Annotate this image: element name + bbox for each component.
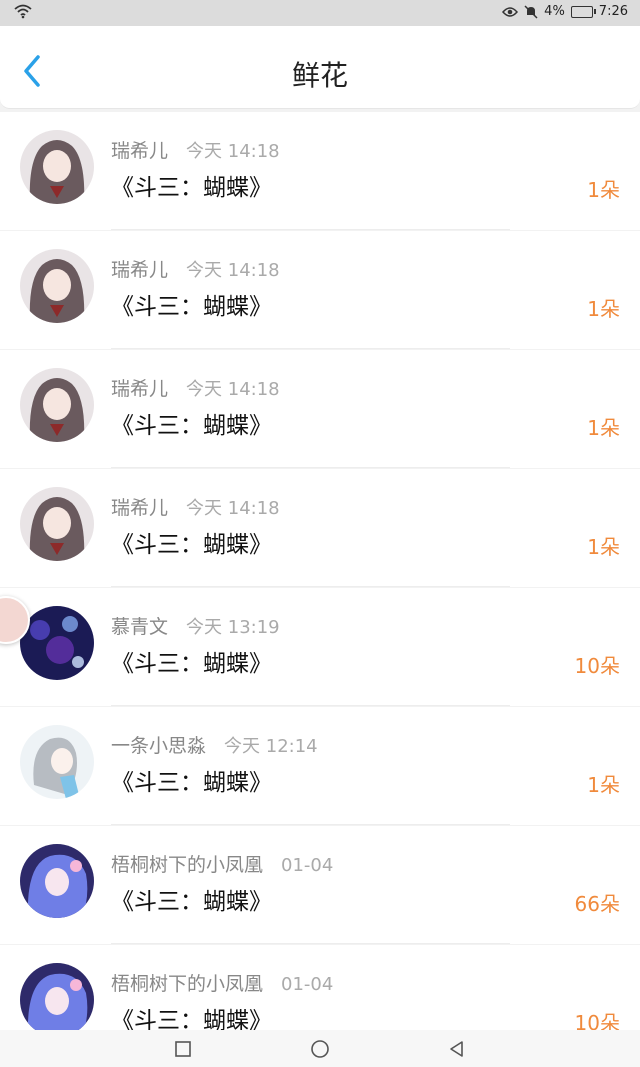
list-item[interactable]: 瑞希儿 今天 14:18 《斗三：蝴蝶》 1朵 <box>0 350 640 468</box>
list-item[interactable]: 一条小思淼 今天 12:14 《斗三：蝴蝶》 1朵 <box>0 707 640 825</box>
app-header: 鲜花 <box>0 26 640 109</box>
divider <box>111 467 510 468</box>
flower-count: 66朵 <box>574 892 620 916</box>
flower-list: 瑞希儿 今天 14:18 《斗三：蝴蝶》 1朵 瑞希儿 今天 14:18 《斗三：蝴… <box>0 112 640 1064</box>
work-title: 《斗三：蝴蝶》 <box>111 889 272 915</box>
flower-count: 1朵 <box>587 773 620 797</box>
mute-bell-icon <box>524 4 538 19</box>
list-item[interactable]: 梧桐树下的小凤凰 01-04 《斗三：蝴蝶》 66朵 <box>0 826 640 944</box>
timestamp: 今天 14:18 <box>186 379 280 400</box>
recent-apps-icon[interactable] <box>174 1040 192 1058</box>
divider <box>111 943 510 944</box>
username: 瑞希儿 <box>111 378 169 400</box>
divider <box>111 824 510 825</box>
avatar[interactable] <box>20 368 94 442</box>
work-title: 《斗三：蝴蝶》 <box>111 175 272 201</box>
flower-count: 1朵 <box>587 535 620 559</box>
username: 瑞希儿 <box>111 259 169 281</box>
username: 梧桐树下的小凤凰 <box>111 854 264 876</box>
sender-name: 瑞希儿 今天 14:18 <box>111 255 280 282</box>
username: 瑞希儿 <box>111 497 169 519</box>
timestamp: 01-04 <box>281 855 334 876</box>
timestamp: 01-04 <box>281 974 334 995</box>
divider <box>111 705 510 706</box>
avatar[interactable] <box>20 963 94 1037</box>
sender-name: 瑞希儿 今天 14:18 <box>111 374 280 401</box>
timestamp: 今天 13:19 <box>186 617 280 638</box>
username: 慕青文 <box>111 616 169 638</box>
eye-icon <box>502 6 519 17</box>
avatar[interactable] <box>20 606 94 680</box>
flower-count: 1朵 <box>587 416 620 440</box>
sender-name: 瑞希儿 今天 14:18 <box>111 136 280 163</box>
list-item[interactable]: 慕青文 今天 13:19 《斗三：蝴蝶》 10朵 <box>0 588 640 706</box>
sender-name: 一条小思淼 今天 12:14 <box>111 731 318 758</box>
timestamp: 今天 14:18 <box>186 260 280 281</box>
flower-count: 1朵 <box>587 178 620 202</box>
flower-count: 10朵 <box>574 654 620 678</box>
avatar[interactable] <box>20 249 94 323</box>
list-item[interactable]: 瑞希儿 今天 14:18 《斗三：蝴蝶》 1朵 <box>0 231 640 349</box>
divider <box>111 348 510 349</box>
divider <box>111 586 510 587</box>
battery-icon <box>570 5 596 18</box>
page-title: 鲜花 <box>291 59 348 92</box>
home-icon[interactable] <box>310 1039 330 1059</box>
list-item[interactable]: 瑞希儿 今天 14:18 《斗三：蝴蝶》 1朵 <box>0 112 640 230</box>
avatar[interactable] <box>20 725 94 799</box>
avatar[interactable] <box>20 844 94 918</box>
work-title: 《斗三：蝴蝶》 <box>111 770 272 796</box>
work-title: 《斗三：蝴蝶》 <box>111 294 272 320</box>
wifi-icon <box>14 4 32 19</box>
back-icon[interactable] <box>448 1040 466 1058</box>
username: 一条小思淼 <box>111 735 207 757</box>
username: 梧桐树下的小凤凰 <box>111 973 264 995</box>
sender-name: 梧桐树下的小凤凰 01-04 <box>111 850 333 877</box>
work-title: 《斗三：蝴蝶》 <box>111 413 272 439</box>
list-item[interactable]: 瑞希儿 今天 14:18 《斗三：蝴蝶》 1朵 <box>0 469 640 587</box>
status-bar: 4% 7:26 <box>0 0 640 26</box>
sender-name: 瑞希儿 今天 14:18 <box>111 493 280 520</box>
flower-count: 1朵 <box>587 297 620 321</box>
sender-name: 慕青文 今天 13:19 <box>111 612 280 639</box>
work-title: 《斗三：蝴蝶》 <box>111 651 272 677</box>
timestamp: 今天 14:18 <box>186 141 280 162</box>
timestamp: 今天 12:14 <box>224 736 318 757</box>
system-nav-bar <box>0 1030 640 1067</box>
username: 瑞希儿 <box>111 140 169 162</box>
battery-percent: 4% <box>544 4 565 19</box>
work-title: 《斗三：蝴蝶》 <box>111 532 272 558</box>
divider <box>111 229 510 230</box>
avatar[interactable] <box>20 130 94 204</box>
clock: 7:26 <box>598 4 628 19</box>
sender-name: 梧桐树下的小凤凰 01-04 <box>111 969 333 996</box>
timestamp: 今天 14:18 <box>186 498 280 519</box>
avatar[interactable] <box>20 487 94 561</box>
